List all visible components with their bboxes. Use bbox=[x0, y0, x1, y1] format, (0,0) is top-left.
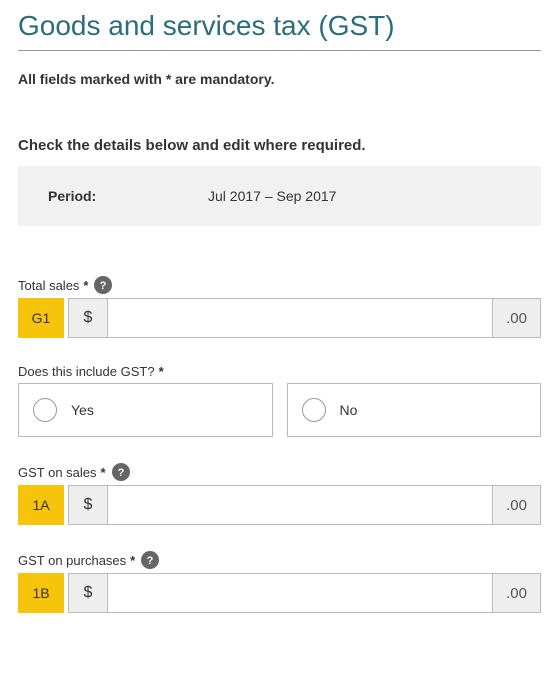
gst-on-sales-label: GST on sales * ? bbox=[18, 463, 541, 481]
include-gst-yes-option[interactable]: Yes bbox=[18, 383, 273, 437]
required-asterisk: * bbox=[83, 278, 88, 293]
currency-prefix: $ bbox=[68, 485, 108, 525]
gst-on-purchases-input[interactable] bbox=[108, 573, 493, 613]
required-asterisk: * bbox=[159, 364, 164, 379]
help-icon[interactable]: ? bbox=[112, 463, 130, 481]
cents-suffix: .00 bbox=[493, 298, 541, 338]
required-asterisk: * bbox=[130, 553, 135, 568]
field-code-1b: 1B bbox=[18, 573, 64, 613]
page-title: Goods and services tax (GST) bbox=[18, 10, 541, 51]
svg-text:?: ? bbox=[117, 467, 124, 478]
period-label: Period: bbox=[48, 188, 208, 204]
field-code-1a: 1A bbox=[18, 485, 64, 525]
help-icon[interactable]: ? bbox=[94, 276, 112, 294]
include-gst-label: Does this include GST? * bbox=[18, 364, 541, 379]
field-code-g1: G1 bbox=[18, 298, 64, 338]
mandatory-note: All fields marked with * are mandatory. bbox=[18, 71, 541, 87]
period-value: Jul 2017 – Sep 2017 bbox=[208, 188, 336, 204]
total-sales-label: Total sales * ? bbox=[18, 276, 541, 294]
currency-prefix: $ bbox=[68, 573, 108, 613]
gst-on-purchases-label: GST on purchases * ? bbox=[18, 551, 541, 569]
help-icon[interactable]: ? bbox=[141, 551, 159, 569]
currency-prefix: $ bbox=[68, 298, 108, 338]
include-gst-no-option[interactable]: No bbox=[287, 383, 542, 437]
svg-text:?: ? bbox=[147, 555, 154, 566]
gst-on-sales-input[interactable] bbox=[108, 485, 493, 525]
period-box: Period: Jul 2017 – Sep 2017 bbox=[18, 166, 541, 226]
total-sales-input[interactable] bbox=[108, 298, 493, 338]
cents-suffix: .00 bbox=[493, 573, 541, 613]
cents-suffix: .00 bbox=[493, 485, 541, 525]
radio-label-no: No bbox=[340, 402, 358, 418]
radio-label-yes: Yes bbox=[71, 402, 94, 418]
radio-icon bbox=[33, 398, 57, 422]
svg-text:?: ? bbox=[100, 280, 107, 291]
radio-icon bbox=[302, 398, 326, 422]
check-details-note: Check the details below and edit where r… bbox=[18, 137, 541, 154]
required-asterisk: * bbox=[101, 465, 106, 480]
